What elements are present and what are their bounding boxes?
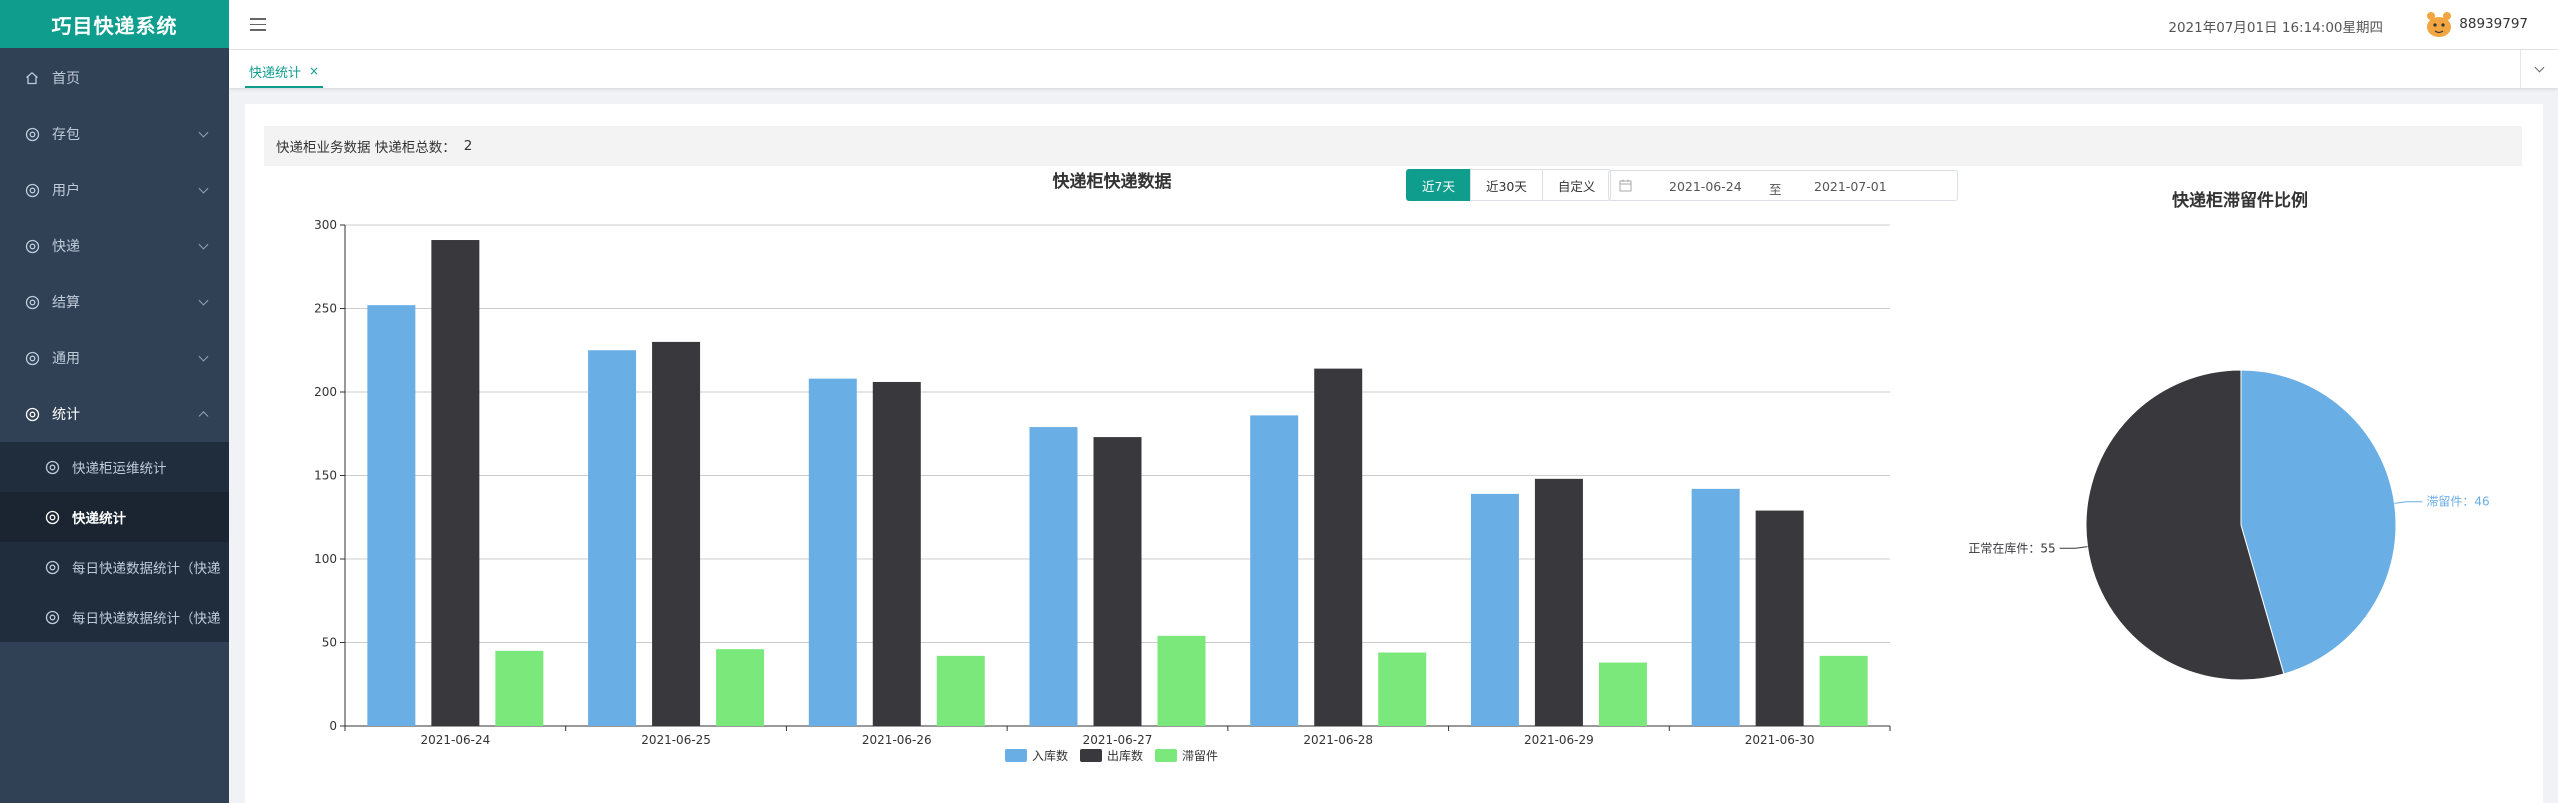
summary-text: 快递柜业务数据 快递柜总数：	[276, 140, 456, 156]
avatar[interactable]	[2424, 10, 2454, 38]
chevron-down-icon	[2534, 62, 2545, 72]
submenu-item-daily-stats-2[interactable]: 每日快递数据统计（快递	[0, 592, 229, 642]
date-range-picker[interactable]: 2021-06-24 至 2021-07-01	[1608, 170, 1958, 201]
range-button-group: 近7天 近30天 自定义	[1406, 169, 1612, 201]
sidebar-item-label: 存包	[52, 127, 80, 143]
gear-icon	[44, 609, 60, 625]
gear-icon	[24, 126, 40, 142]
submenu-item-label: 快递统计	[72, 511, 126, 527]
sidebar-item-express[interactable]: 快递	[0, 218, 229, 274]
sidebar-item-label: 首页	[52, 71, 80, 87]
content-card: 快递柜业务数据 快递柜总数： 2 快递柜快递数据 快递柜滞留件比例 近7天 近3…	[245, 104, 2543, 803]
date-separator: 至	[1769, 182, 1782, 197]
gear-icon	[24, 294, 40, 310]
gear-icon	[24, 350, 40, 366]
sidebar-item-label: 用户	[52, 183, 80, 199]
tab-label: 快递统计	[249, 65, 302, 81]
start-date-input[interactable]: 2021-06-24	[1669, 179, 1742, 194]
tab-express-stats[interactable]: 快递统计 ×	[245, 56, 324, 88]
sidebar-item-label: 结算	[52, 295, 80, 311]
gear-icon	[24, 238, 40, 254]
sidebar-item-label: 通用	[52, 351, 80, 367]
top-header: 2021年07月01日 16:14:00星期四 88939797	[229, 0, 2558, 50]
submenu-item-express-stats[interactable]: 快递统计	[0, 492, 229, 542]
header-datetime: 2021年07月01日 16:14:00星期四	[2168, 20, 2383, 36]
chevron-down-icon	[198, 295, 209, 306]
tabs-dropdown-button[interactable]	[2520, 50, 2558, 88]
sidebar: 巧目快递系统 首页 存包 用户 快递 结算 通用 统计 快递柜运维统计 快递统计…	[0, 0, 229, 803]
submenu-item-cabinet-ops[interactable]: 快递柜运维统计	[0, 442, 229, 492]
gear-icon	[44, 559, 60, 575]
sidebar-item-settlement[interactable]: 结算	[0, 274, 229, 330]
submenu-item-daily-stats-1[interactable]: 每日快递数据统计（快递	[0, 542, 229, 592]
last-7-days-button[interactable]: 近7天	[1406, 169, 1471, 201]
submenu-item-label: 每日快递数据统计（快递	[72, 561, 221, 577]
sidebar-item-users[interactable]: 用户	[0, 162, 229, 218]
sidebar-item-storage[interactable]: 存包	[0, 106, 229, 162]
chevron-up-icon	[198, 411, 209, 422]
statistics-submenu: 快递柜运维统计 快递统计 每日快递数据统计（快递 每日快递数据统计（快递	[0, 442, 229, 642]
username[interactable]: 88939797	[2459, 16, 2528, 32]
sidebar-item-statistics[interactable]: 统计	[0, 386, 229, 442]
close-icon[interactable]: ×	[309, 64, 319, 78]
sidebar-item-home[interactable]: 首页	[0, 50, 229, 106]
bar-chart-title: 快递柜快递数据	[1052, 172, 1172, 192]
sidebar-menu: 首页 存包 用户 快递 结算 通用 统计 快递柜运维统计 快递统计 每日快递数据…	[0, 50, 229, 642]
end-date-input[interactable]: 2021-07-01	[1814, 179, 1887, 194]
pie-chart-title: 快递柜滞留件比例	[2172, 191, 2308, 211]
home-icon	[24, 70, 40, 86]
last-30-days-button[interactable]: 近30天	[1469, 169, 1543, 201]
gear-icon	[44, 509, 60, 525]
gear-icon	[44, 459, 60, 475]
app-logo[interactable]: 巧目快递系统	[0, 0, 229, 48]
submenu-item-label: 每日快递数据统计（快递	[72, 611, 221, 627]
tabs-bar: 快递统计 ×	[229, 50, 2558, 88]
gear-icon	[24, 182, 40, 198]
cabinet-count: 2	[463, 138, 473, 154]
chevron-down-icon	[198, 127, 209, 138]
chevron-down-icon	[198, 239, 209, 250]
summary-bar: 快递柜业务数据 快递柜总数： 2	[264, 126, 2522, 166]
sidebar-item-general[interactable]: 通用	[0, 330, 229, 386]
submenu-item-label: 快递柜运维统计	[72, 461, 167, 477]
sidebar-item-label: 统计	[52, 407, 80, 423]
chevron-down-icon	[198, 183, 209, 194]
hamburger-icon[interactable]	[250, 18, 266, 31]
gear-icon	[24, 406, 40, 422]
custom-range-button[interactable]: 自定义	[1541, 169, 1612, 201]
chevron-down-icon	[198, 351, 209, 362]
calendar-icon	[1619, 179, 1632, 192]
sidebar-item-label: 快递	[52, 239, 80, 255]
